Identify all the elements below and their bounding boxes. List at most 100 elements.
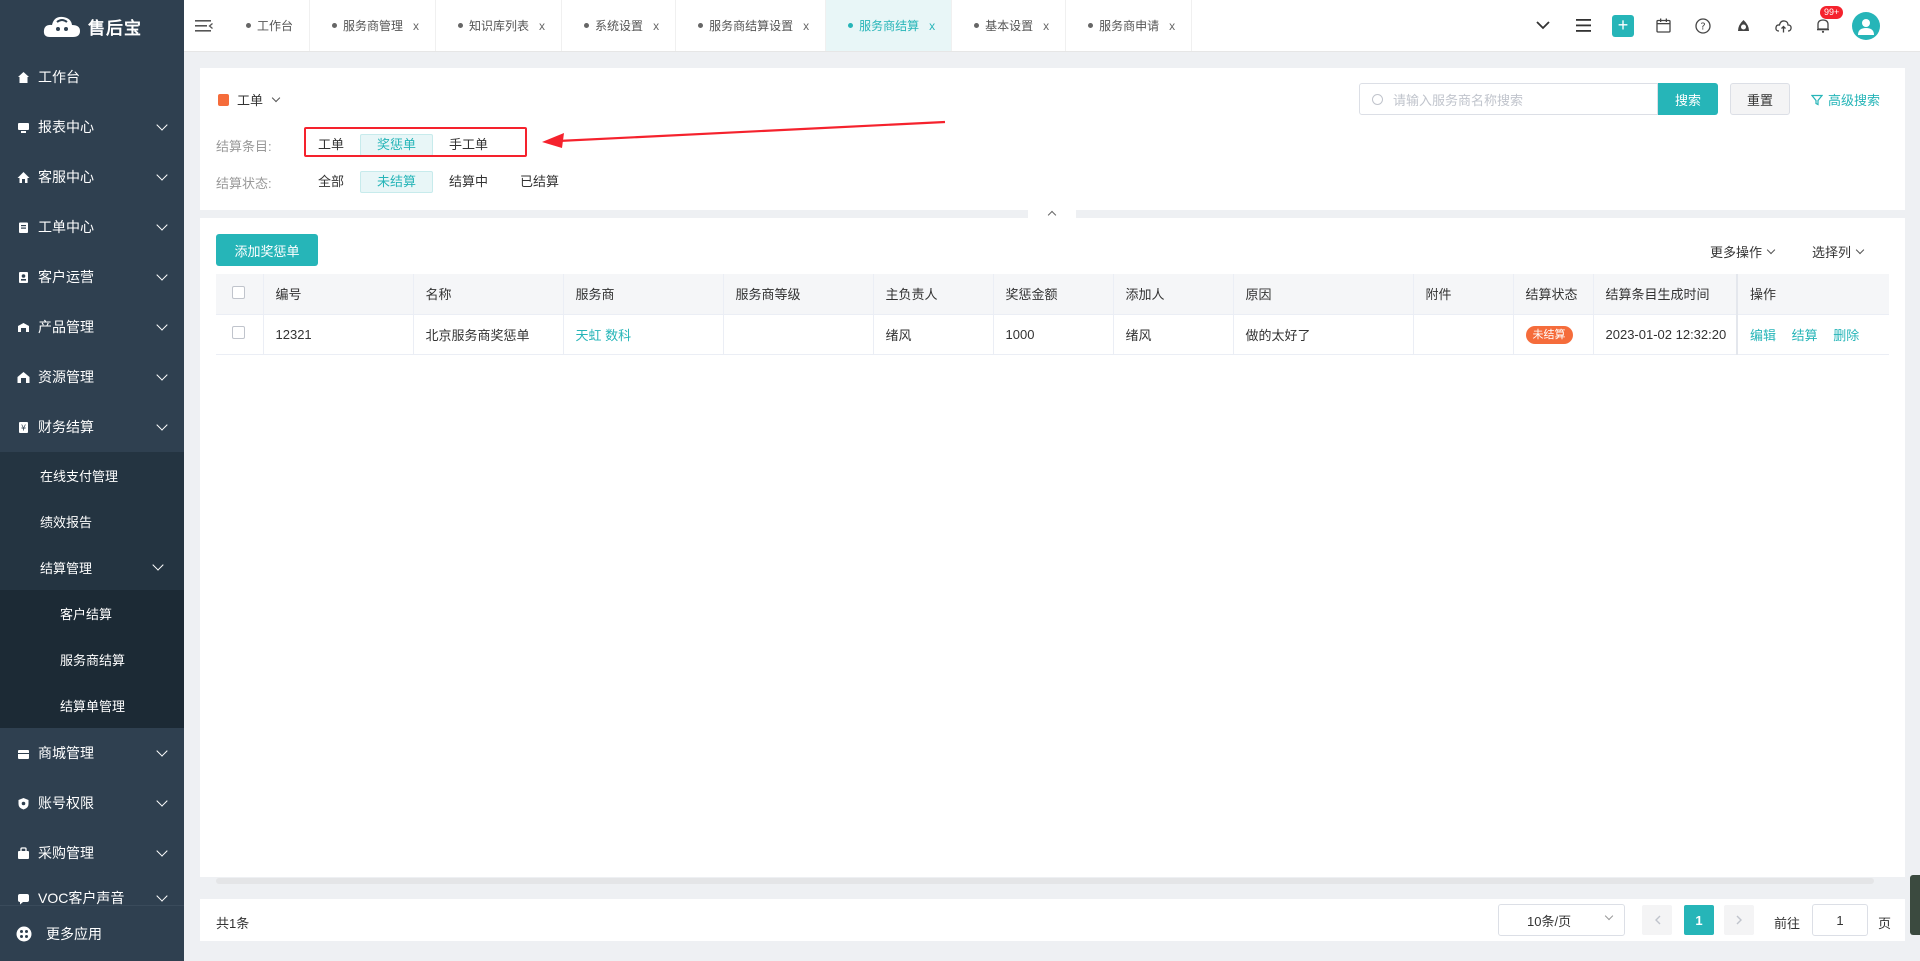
- sidebar-item-provider-settlement[interactable]: 服务商结算: [0, 636, 184, 682]
- sidebar-item-finance[interactable]: ¥ 财务结算: [0, 402, 184, 452]
- chevron-down-icon: [1855, 245, 1865, 254]
- cloud-upload-icon[interactable]: [1772, 15, 1794, 37]
- page-size-select[interactable]: 10条/页: [1498, 904, 1625, 936]
- chevron-down-icon: [156, 890, 168, 902]
- close-icon[interactable]: x: [929, 19, 935, 33]
- side-drawer-handle[interactable]: [1910, 875, 1920, 935]
- tab-system-settings[interactable]: 系统设置 x: [562, 0, 677, 51]
- sidebar-item-performance-report[interactable]: 绩效报告: [0, 498, 184, 544]
- more-apps-button[interactable]: 更多应用: [0, 905, 184, 961]
- more-operations-dropdown[interactable]: 更多操作: [1710, 242, 1776, 261]
- tab-provider-management[interactable]: 服务商管理 x: [310, 0, 437, 51]
- provider-link[interactable]: 天虹 数科: [576, 328, 632, 343]
- chevron-down-icon: [156, 169, 168, 181]
- select-columns-dropdown[interactable]: 选择列: [1812, 242, 1865, 261]
- work-order-type-dropdown[interactable]: 工单: [218, 90, 281, 109]
- close-icon[interactable]: x: [539, 19, 545, 33]
- column-header[interactable]: 附件: [1413, 274, 1514, 315]
- tab-dot: [1088, 23, 1094, 28]
- sidebar-item-resources[interactable]: 资源管理: [0, 352, 184, 402]
- tab-basic-settings[interactable]: 基本设置 x: [952, 0, 1067, 51]
- page-number-current[interactable]: 1: [1684, 905, 1714, 935]
- close-icon[interactable]: x: [1043, 19, 1049, 33]
- column-header[interactable]: 原因: [1233, 274, 1414, 315]
- sidebar-item-mall[interactable]: 商城管理: [0, 728, 184, 778]
- settle-link[interactable]: 结算: [1792, 328, 1818, 343]
- bell-icon[interactable]: 99+: [1812, 5, 1844, 37]
- next-page-button[interactable]: [1724, 905, 1754, 935]
- add-icon[interactable]: +: [1612, 14, 1634, 37]
- sidebar-item-customer-settlement[interactable]: 客户结算: [0, 590, 184, 636]
- sidebar-item-products[interactable]: 产品管理: [0, 302, 184, 352]
- sidebar-item-work-orders[interactable]: 工单中心: [0, 202, 184, 252]
- sidebar-item-settlement-management[interactable]: 结算管理: [0, 544, 184, 590]
- column-header[interactable]: 添加人: [1113, 274, 1234, 315]
- box-icon: [16, 320, 30, 334]
- menu-toggle-icon[interactable]: [184, 19, 224, 33]
- option-all[interactable]: 全部: [302, 171, 360, 193]
- sidebar-item-label: 工作台: [38, 69, 80, 85]
- chevron-left-icon: [1654, 915, 1660, 925]
- app-logo[interactable]: 售后宝: [0, 0, 184, 52]
- work-order-type-label: 工单: [237, 93, 264, 108]
- prev-page-button[interactable]: [1642, 905, 1672, 935]
- delete-link[interactable]: 删除: [1833, 328, 1859, 343]
- sidebar-item-purchase[interactable]: 采购管理: [0, 828, 184, 878]
- sidebar-item-online-payment[interactable]: 在线支付管理: [0, 452, 184, 498]
- tab-label: 服务商申请: [1099, 19, 1160, 33]
- sidebar-item-reports[interactable]: 报表中心: [0, 102, 184, 152]
- sidebar-item-label: 采购管理: [38, 845, 94, 861]
- checkbox[interactable]: [232, 285, 245, 299]
- column-header[interactable]: 名称: [413, 274, 564, 315]
- list-menu-icon[interactable]: [1572, 15, 1594, 37]
- reset-button[interactable]: 重置: [1730, 83, 1790, 115]
- goto-page-input[interactable]: 1: [1812, 904, 1868, 936]
- close-icon[interactable]: x: [413, 19, 419, 33]
- sidebar-item-accounts[interactable]: 账号权限: [0, 778, 184, 828]
- column-header[interactable]: 结算条目生成时间: [1593, 274, 1738, 315]
- column-header[interactable]: 主负责人: [873, 274, 994, 315]
- option-unsettled[interactable]: 未结算: [360, 171, 434, 193]
- column-header[interactable]: 奖惩金额: [993, 274, 1114, 315]
- provider-search-input[interactable]: 请输入服务商名称搜索: [1359, 83, 1658, 115]
- checkbox[interactable]: [232, 326, 245, 339]
- close-icon[interactable]: x: [1169, 19, 1175, 33]
- column-header[interactable]: 结算状态: [1513, 274, 1594, 315]
- chevron-down-icon: [156, 745, 168, 757]
- sidebar-item-workbench[interactable]: 工作台: [0, 52, 184, 102]
- row-checkbox-cell[interactable]: [216, 314, 264, 355]
- avatar[interactable]: [1852, 11, 1880, 40]
- purchase-icon: [16, 846, 30, 860]
- service-agent-icon[interactable]: [1732, 15, 1754, 37]
- tab-provider-settlement-settings[interactable]: 服务商结算设置 x: [676, 0, 827, 51]
- calendar-icon[interactable]: [1652, 15, 1674, 37]
- sidebar-item-customer-ops[interactable]: 客户运营: [0, 252, 184, 302]
- search-button[interactable]: 搜索: [1658, 83, 1718, 115]
- tab-label: 工作台: [257, 19, 294, 33]
- tab-provider-settlement[interactable]: 服务商结算 x: [826, 0, 953, 51]
- sidebar-item-service-center[interactable]: 客服中心: [0, 152, 184, 202]
- shield-icon: [16, 796, 30, 810]
- chevron-down-icon: [156, 845, 168, 857]
- column-header[interactable]: 服务商: [563, 274, 724, 315]
- option-settled[interactable]: 已结算: [504, 171, 575, 193]
- horizontal-scrollbar[interactable]: [216, 878, 1874, 884]
- select-all-checkbox[interactable]: [216, 274, 264, 315]
- chevron-down-icon[interactable]: [1532, 15, 1554, 37]
- edit-link[interactable]: 编辑: [1750, 328, 1776, 343]
- column-header[interactable]: 编号: [263, 274, 414, 315]
- chevron-down-icon: [156, 119, 168, 131]
- tab-provider-application[interactable]: 服务商申请 x: [1066, 0, 1193, 51]
- column-header[interactable]: 服务商等级: [723, 274, 874, 315]
- close-icon[interactable]: x: [803, 19, 809, 33]
- advanced-search-link[interactable]: 高级搜索: [1811, 90, 1880, 109]
- add-reward-penalty-button[interactable]: 添加奖惩单: [216, 234, 318, 266]
- option-settling[interactable]: 结算中: [433, 171, 504, 193]
- sidebar-item-settlement-bills[interactable]: 结算单管理: [0, 682, 184, 728]
- tab-knowledge-base[interactable]: 知识库列表 x: [436, 0, 563, 51]
- help-icon[interactable]: ?: [1692, 15, 1714, 37]
- finance-submenu: 在线支付管理 绩效报告 结算管理 客户结算 服务商结算 结算单管理: [0, 452, 184, 728]
- close-icon[interactable]: x: [653, 19, 659, 33]
- advanced-search-label: 高级搜索: [1828, 93, 1881, 108]
- tab-workbench[interactable]: 工作台: [224, 0, 311, 51]
